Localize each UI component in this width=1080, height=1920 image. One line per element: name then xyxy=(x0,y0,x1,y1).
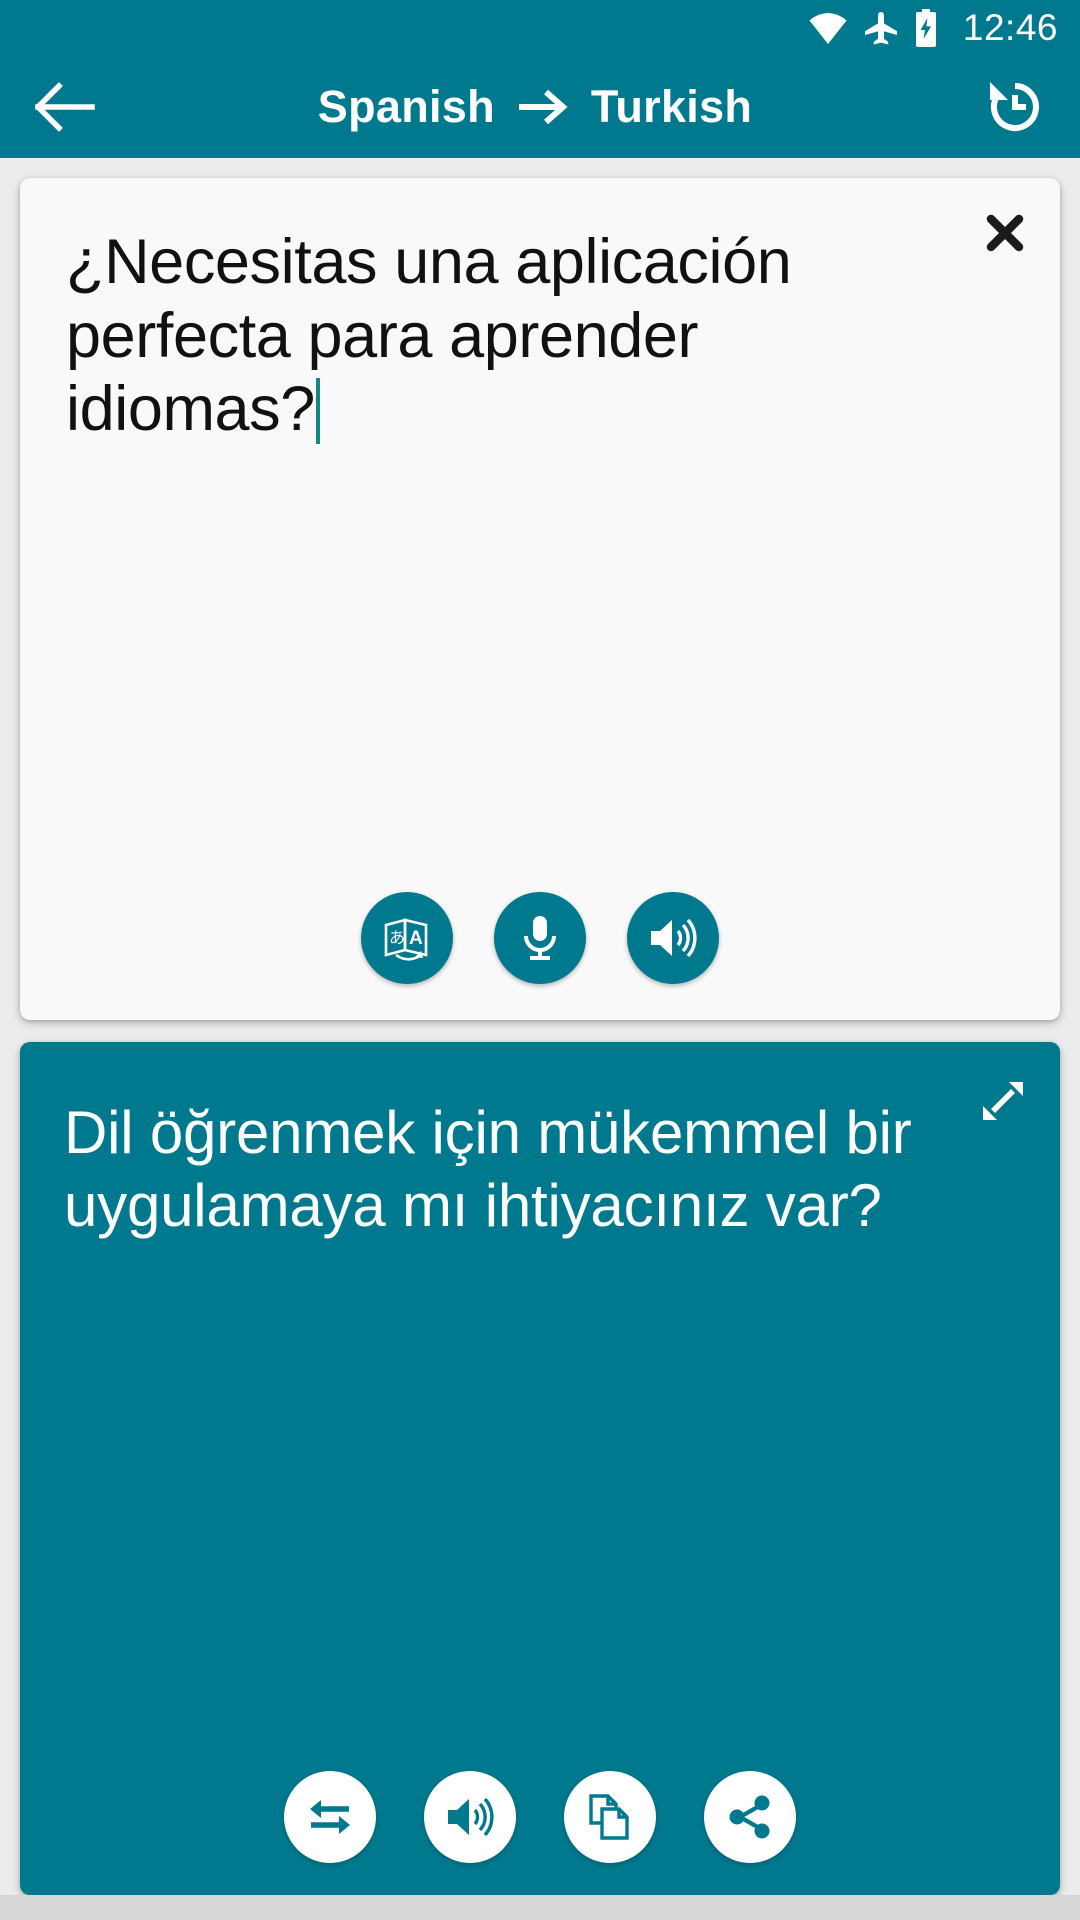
battery-charging-icon xyxy=(914,8,938,47)
speak-translation-button[interactable] xyxy=(424,1771,516,1863)
status-icon-group: 12:46 xyxy=(808,7,1058,48)
expand-translation-button[interactable] xyxy=(970,1068,1036,1134)
speaker-icon xyxy=(444,1793,496,1841)
status-bar-clock: 12:46 xyxy=(962,7,1058,48)
source-action-row: あ A xyxy=(20,892,1060,984)
right-arrow-icon xyxy=(517,87,569,127)
copy-translation-button[interactable] xyxy=(564,1771,656,1863)
source-text-input[interactable]: ¿Necesitas una aplicación perfecta para … xyxy=(66,226,940,447)
translate-button[interactable]: あ A xyxy=(361,892,453,984)
voice-input-button[interactable] xyxy=(494,892,586,984)
wifi-icon xyxy=(808,11,848,45)
copy-icon xyxy=(586,1792,634,1842)
back-arrow-icon xyxy=(35,81,95,132)
clear-text-button[interactable] xyxy=(972,200,1038,266)
translator-screen: 12:46 Spanish Turkish ¿Necesitas una apl… xyxy=(0,0,1080,1920)
status-bar: 12:46 xyxy=(0,0,1080,55)
back-button[interactable] xyxy=(26,68,104,146)
source-text-card[interactable]: ¿Necesitas una aplicación perfecta para … xyxy=(20,178,1060,1020)
translation-text: Dil öğrenmek için mükemmel bir uygulamay… xyxy=(64,1099,929,1240)
speak-source-button[interactable] xyxy=(627,892,719,984)
speaker-icon xyxy=(647,914,699,962)
svg-text:あ: あ xyxy=(389,928,405,947)
expand-icon xyxy=(978,1076,1028,1126)
app-bar: Spanish Turkish xyxy=(0,55,1080,158)
history-button[interactable] xyxy=(976,68,1054,146)
source-language-label: Spanish xyxy=(317,80,495,132)
microphone-icon xyxy=(516,912,564,964)
share-icon xyxy=(726,1793,774,1841)
airplane-mode-icon xyxy=(863,10,899,46)
source-text-value: ¿Necesitas una aplicación perfecta para … xyxy=(66,227,809,445)
close-icon xyxy=(983,211,1027,255)
swap-languages-button[interactable] xyxy=(284,1771,376,1863)
target-language-label: Turkish xyxy=(590,80,753,132)
swap-arrows-icon xyxy=(305,1795,355,1839)
translation-action-row xyxy=(20,1771,1060,1863)
share-translation-button[interactable] xyxy=(704,1771,796,1863)
system-nav-bar xyxy=(0,1895,1080,1920)
translate-icon: あ A xyxy=(381,912,433,964)
translation-card[interactable]: Dil öğrenmek için mükemmel bir uygulamay… xyxy=(20,1042,1060,1895)
language-pair-title[interactable]: Spanish Turkish xyxy=(94,81,976,133)
history-icon xyxy=(984,76,1046,138)
text-caret xyxy=(315,378,320,445)
svg-text:A: A xyxy=(409,928,423,949)
